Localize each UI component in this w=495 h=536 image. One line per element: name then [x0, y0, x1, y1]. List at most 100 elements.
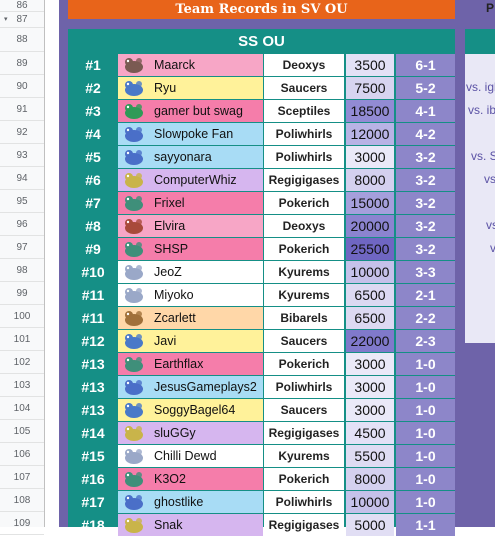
- row-number-gutter: 86 87 ▾ 88 89 90 91 92 93 94 95 96 97 98 99 100 101 102 10…: [0, 0, 45, 535]
- score-cell: 18500: [346, 100, 394, 122]
- opponent-text: vs. igl: [466, 80, 495, 94]
- pokemon-sprite-icon: [125, 518, 143, 533]
- table-row: #5 sayyonara Poliwhirls 3000 3-2: [68, 146, 455, 168]
- table-row: #13 JesusGameplays2 Poliwhirls 3000 1-0: [68, 376, 455, 398]
- opponent-text: vs. ib: [468, 103, 495, 117]
- table-row: #12 Javi Saucers 22000 2-3: [68, 330, 455, 352]
- record-cell: 2-2: [396, 307, 455, 329]
- player-cell: K3O2: [118, 468, 263, 490]
- rank-cell: #6: [85, 172, 101, 188]
- record-cell: 6-1: [396, 54, 455, 76]
- row-number[interactable]: 106: [0, 443, 44, 466]
- row-number[interactable]: 104: [0, 397, 44, 420]
- player-name: K3O2: [154, 472, 186, 486]
- row-number[interactable]: 90: [0, 75, 44, 98]
- team-cell: Pokerich: [264, 468, 344, 490]
- row-number[interactable]: 91: [0, 98, 44, 121]
- record-cell: 1-0: [396, 422, 455, 444]
- player-cell: Chilli Dewd: [118, 445, 263, 467]
- rank-cell: #13: [81, 402, 105, 418]
- table-row: #9 SHSP Pokerich 25500 3-2: [68, 238, 455, 260]
- row-number[interactable]: 99: [0, 282, 44, 305]
- pokemon-sprite-icon: [125, 403, 143, 418]
- score-cell: 6500: [346, 284, 394, 306]
- table-row: #2 Ryu Saucers 7500 5-2: [68, 77, 455, 99]
- team-cell: Bibarels: [264, 307, 344, 329]
- record-cell: 5-2: [396, 77, 455, 99]
- table-row: #8 Elvira Deoxys 20000 3-2: [68, 215, 455, 237]
- score-cell: 5000: [346, 514, 394, 536]
- player-cell: Slowpoke Fan: [118, 123, 263, 145]
- player-name: Javi: [154, 334, 177, 348]
- team-cell: Sceptiles: [264, 100, 344, 122]
- player-cell: Ryu: [118, 77, 263, 99]
- pokemon-sprite-icon: [125, 495, 143, 510]
- row-number[interactable]: 101: [0, 328, 44, 351]
- row-number[interactable]: 95: [0, 190, 44, 213]
- pokemon-sprite-icon: [125, 173, 143, 188]
- score-cell: 20000: [346, 215, 394, 237]
- player-name: SHSP: [154, 242, 189, 256]
- row-number[interactable]: 100: [0, 305, 44, 328]
- score-cell: 3000: [346, 353, 394, 375]
- player-name: Snak: [154, 518, 183, 532]
- table-row: #10 JeoZ Kyurems 10000 3-3: [68, 261, 455, 283]
- rank-cell: #13: [81, 379, 105, 395]
- row-number[interactable]: 93: [0, 144, 44, 167]
- row-number[interactable]: 88: [0, 28, 44, 52]
- rank-cell: #4: [85, 126, 101, 142]
- pokemon-sprite-icon: [125, 104, 143, 119]
- record-cell: 3-2: [396, 238, 455, 260]
- right-panel-header: [465, 29, 495, 54]
- record-cell: 3-2: [396, 192, 455, 214]
- table-row: #15 Chilli Dewd Kyurems 5500 1-0: [68, 445, 455, 467]
- score-cell: 10000: [346, 261, 394, 283]
- record-cell: 3-2: [396, 146, 455, 168]
- score-cell: 15000: [346, 192, 394, 214]
- pokemon-sprite-icon: [125, 58, 143, 73]
- page-title: Team Records in SV OU: [68, 0, 455, 19]
- rank-cell: #15: [81, 448, 105, 464]
- sheet-margin: [45, 0, 59, 527]
- pokemon-sprite-icon: [125, 196, 143, 211]
- opponent-text: vs: [486, 218, 495, 232]
- row-number[interactable]: 107: [0, 466, 44, 489]
- record-cell: 4-1: [396, 100, 455, 122]
- row-number[interactable]: 94: [0, 167, 44, 190]
- team-cell: Saucers: [264, 77, 344, 99]
- player-name: Ryu: [154, 81, 177, 95]
- score-cell: 25500: [346, 238, 394, 260]
- team-cell: Poliwhirls: [264, 491, 344, 513]
- table-row: #17 ghostlike Poliwhirls 10000 1-0: [68, 491, 455, 513]
- team-cell: Kyurems: [264, 261, 344, 283]
- record-cell: 1-1: [396, 514, 455, 536]
- row-number[interactable]: 89: [0, 52, 44, 75]
- player-cell: JeoZ: [118, 261, 263, 283]
- row-number[interactable]: 92: [0, 121, 44, 144]
- table-row: #11 Zcarlett Bibarels 6500 2-2: [68, 307, 455, 329]
- player-cell: gamer but swag: [118, 100, 263, 122]
- player-cell: Snak: [118, 514, 263, 536]
- row-number[interactable]: 98: [0, 259, 44, 282]
- rank-cell: #16: [81, 471, 105, 487]
- row-number[interactable]: 108: [0, 489, 44, 512]
- row-number[interactable]: 96: [0, 213, 44, 236]
- team-cell: Saucers: [264, 399, 344, 421]
- player-cell: Earthflax: [118, 353, 263, 375]
- row-number[interactable]: 102: [0, 351, 44, 374]
- score-cell: 7500: [346, 77, 394, 99]
- row-number[interactable]: 86: [0, 0, 44, 12]
- collapse-arrow-icon[interactable]: ▾: [4, 12, 8, 28]
- row-number[interactable]: 87 ▾: [0, 12, 44, 28]
- row-number[interactable]: 97: [0, 236, 44, 259]
- player-cell: Javi: [118, 330, 263, 352]
- row-number[interactable]: 105: [0, 420, 44, 443]
- table-row: #11 Miyoko Kyurems 6500 2-1: [68, 284, 455, 306]
- team-cell: Poliwhirls: [264, 376, 344, 398]
- score-cell: 10000: [346, 491, 394, 513]
- rank-cell: #3: [85, 103, 101, 119]
- row-number[interactable]: 103: [0, 374, 44, 397]
- row-number[interactable]: 109: [0, 512, 44, 535]
- rank-cell: #11: [81, 287, 105, 303]
- record-cell: 3-2: [396, 215, 455, 237]
